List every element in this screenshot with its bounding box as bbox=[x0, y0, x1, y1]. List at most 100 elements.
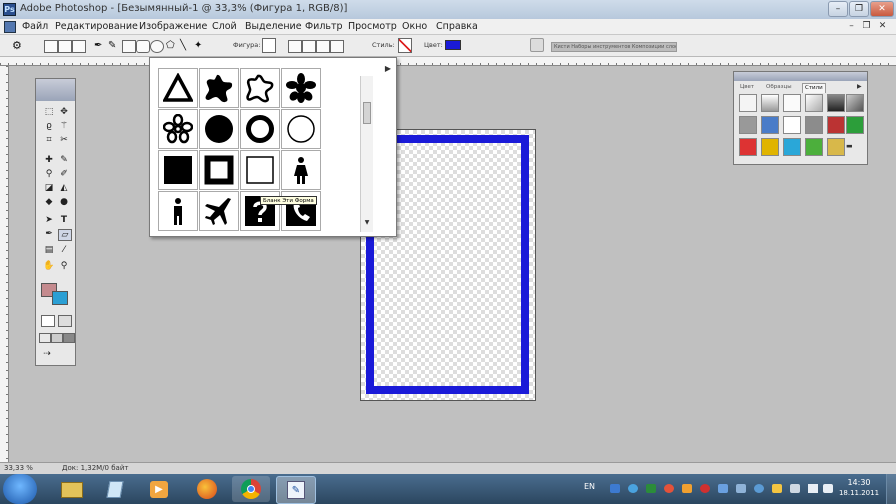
styles-panel-titlebar[interactable] bbox=[734, 72, 867, 81]
fill-pixels-mode-icon[interactable] bbox=[72, 40, 86, 53]
shape-ring-icon[interactable] bbox=[240, 109, 280, 149]
tray-security-icon[interactable] bbox=[646, 484, 656, 493]
slice-tool-icon[interactable]: ✂ bbox=[58, 135, 70, 145]
tray-app-icon[interactable] bbox=[682, 484, 692, 493]
shape-woman-sign-icon[interactable] bbox=[281, 150, 321, 190]
start-button[interactable] bbox=[3, 474, 37, 504]
style-swatch[interactable] bbox=[739, 138, 757, 156]
show-desktop-button[interactable] bbox=[886, 474, 896, 504]
minimize-button[interactable]: – bbox=[828, 1, 848, 17]
hand-tool-icon[interactable]: ✋ bbox=[43, 261, 55, 271]
brush-tool-icon[interactable]: ✎ bbox=[58, 155, 70, 165]
shape-airplane-icon[interactable] bbox=[199, 191, 239, 231]
shape-square-frame-icon[interactable] bbox=[199, 150, 239, 190]
style-swatch[interactable] bbox=[783, 94, 801, 112]
line-icon[interactable]: ╲ bbox=[180, 40, 192, 51]
shape-square-outline-icon[interactable] bbox=[240, 150, 280, 190]
shape-circle-icon[interactable] bbox=[199, 109, 239, 149]
menu-filter[interactable]: Фильтр bbox=[305, 21, 343, 32]
menu-view[interactable]: Просмотр bbox=[348, 21, 397, 32]
custom-shape-tool-icon[interactable]: ▱ bbox=[58, 229, 72, 241]
tray-app-icon[interactable] bbox=[700, 484, 710, 493]
eraser-tool-icon[interactable]: ◪ bbox=[43, 183, 55, 193]
tray-app-icon[interactable] bbox=[754, 484, 764, 493]
trash-icon[interactable]: ▬ bbox=[846, 142, 854, 150]
style-swatch[interactable] bbox=[761, 94, 779, 112]
rectangle-icon[interactable] bbox=[122, 40, 136, 53]
clock-date[interactable]: 18.11.2011 bbox=[833, 489, 885, 497]
paths-mode-icon[interactable] bbox=[58, 40, 72, 53]
style-swatch[interactable] bbox=[805, 138, 823, 156]
style-swatch[interactable] bbox=[805, 116, 823, 134]
healing-brush-tool-icon[interactable]: ✚ bbox=[43, 155, 55, 165]
exclude-mode-icon[interactable] bbox=[330, 40, 344, 53]
lasso-tool-icon[interactable]: ϱ bbox=[43, 121, 55, 131]
photoshop-taskbar-icon[interactable]: ✎ bbox=[276, 476, 316, 504]
marquee-tool-icon[interactable]: ⬚ bbox=[43, 107, 55, 117]
picker-scrollbar-thumb[interactable] bbox=[363, 102, 371, 124]
style-none-swatch[interactable] bbox=[398, 38, 412, 53]
shape-man-sign-icon[interactable] bbox=[158, 191, 198, 231]
maximize-button[interactable]: ❐ bbox=[849, 1, 869, 17]
path-selection-tool-icon[interactable]: ➤ bbox=[43, 215, 55, 225]
rounded-rectangle-icon[interactable] bbox=[136, 40, 150, 53]
style-swatch[interactable] bbox=[761, 116, 779, 134]
doc-restore-icon[interactable]: ❐ bbox=[861, 21, 872, 32]
shape-triangle-outline-icon[interactable] bbox=[158, 68, 198, 108]
menu-edit[interactable]: Редактирование bbox=[55, 21, 138, 32]
doc-close-icon[interactable]: ✕ bbox=[877, 21, 888, 32]
style-swatch[interactable] bbox=[761, 138, 779, 156]
tray-network-status-icon[interactable] bbox=[808, 484, 818, 493]
quick-mask-mode-icon[interactable] bbox=[58, 315, 72, 327]
shape-selector-button[interactable] bbox=[262, 38, 276, 53]
style-swatch[interactable] bbox=[846, 116, 864, 134]
screen-mode-standard-icon[interactable] bbox=[39, 333, 51, 343]
doc-minimize-icon[interactable]: – bbox=[846, 21, 857, 32]
freeform-pen-icon[interactable]: ✎ bbox=[108, 40, 120, 51]
screen-mode-full-icon[interactable] bbox=[63, 333, 75, 343]
paint-bucket-tool-icon[interactable]: ◭ bbox=[58, 183, 70, 193]
palette-well[interactable]: Кисти Наборы инструментов Композиции сло… bbox=[551, 42, 677, 52]
tray-update-icon[interactable] bbox=[664, 484, 674, 493]
tab-color[interactable]: Цвет bbox=[738, 83, 756, 92]
tab-swatches[interactable]: Образцы bbox=[764, 83, 794, 92]
combine-mode-icon[interactable] bbox=[288, 40, 302, 53]
picker-scrollbar[interactable]: ▼ bbox=[360, 76, 373, 232]
style-swatch[interactable] bbox=[783, 138, 801, 156]
magic-wand-tool-icon[interactable]: ⚚ bbox=[58, 121, 70, 131]
shape-circle-outline-icon[interactable] bbox=[281, 109, 321, 149]
tray-network-icon[interactable] bbox=[610, 484, 620, 493]
clone-stamp-tool-icon[interactable]: ⚲ bbox=[43, 169, 55, 179]
close-button[interactable]: ✕ bbox=[870, 1, 894, 17]
shape-color-swatch[interactable] bbox=[445, 40, 461, 50]
panel-menu-arrow-icon[interactable]: ▶ bbox=[857, 83, 865, 91]
menu-select[interactable]: Выделение bbox=[245, 21, 302, 32]
shape-square-icon[interactable] bbox=[158, 150, 198, 190]
menu-window[interactable]: Окно bbox=[402, 21, 427, 32]
shape-blob-outline-icon[interactable] bbox=[240, 68, 280, 108]
menu-image[interactable]: Изображение bbox=[139, 21, 207, 32]
media-player-icon[interactable]: ▶ bbox=[140, 476, 178, 502]
zoom-tool-icon[interactable]: ⚲ bbox=[58, 261, 70, 271]
menu-help[interactable]: Справка bbox=[436, 21, 478, 32]
style-swatch[interactable] bbox=[739, 116, 757, 134]
scroll-down-arrow-icon[interactable]: ▼ bbox=[363, 219, 371, 227]
eyedropper-tool-icon[interactable]: ⁄ bbox=[58, 245, 70, 255]
style-swatch[interactable] bbox=[827, 138, 845, 156]
notes-tool-icon[interactable]: ▤ bbox=[43, 245, 55, 255]
dodge-tool-icon[interactable]: ● bbox=[58, 197, 70, 207]
shape-layers-mode-icon[interactable] bbox=[44, 40, 58, 53]
picker-menu-arrow-icon[interactable]: ▶ bbox=[383, 64, 393, 74]
style-swatch[interactable] bbox=[783, 116, 801, 134]
firefox-icon[interactable] bbox=[188, 476, 226, 502]
custom-shape-icon[interactable]: ✦ bbox=[194, 40, 206, 51]
menu-layer[interactable]: Слой bbox=[212, 21, 237, 32]
document-info[interactable]: Док: 1,32M/0 байт bbox=[62, 464, 128, 472]
tray-volume-icon[interactable] bbox=[823, 484, 833, 493]
clock-time[interactable]: 14:30 bbox=[841, 478, 877, 487]
zoom-level[interactable]: 33,33 % bbox=[4, 464, 33, 472]
tray-app-icon[interactable] bbox=[718, 484, 728, 493]
style-swatch[interactable] bbox=[846, 94, 864, 112]
pen-tool-icon[interactable]: ✒ bbox=[43, 229, 55, 239]
tray-app-icon[interactable] bbox=[736, 484, 746, 493]
